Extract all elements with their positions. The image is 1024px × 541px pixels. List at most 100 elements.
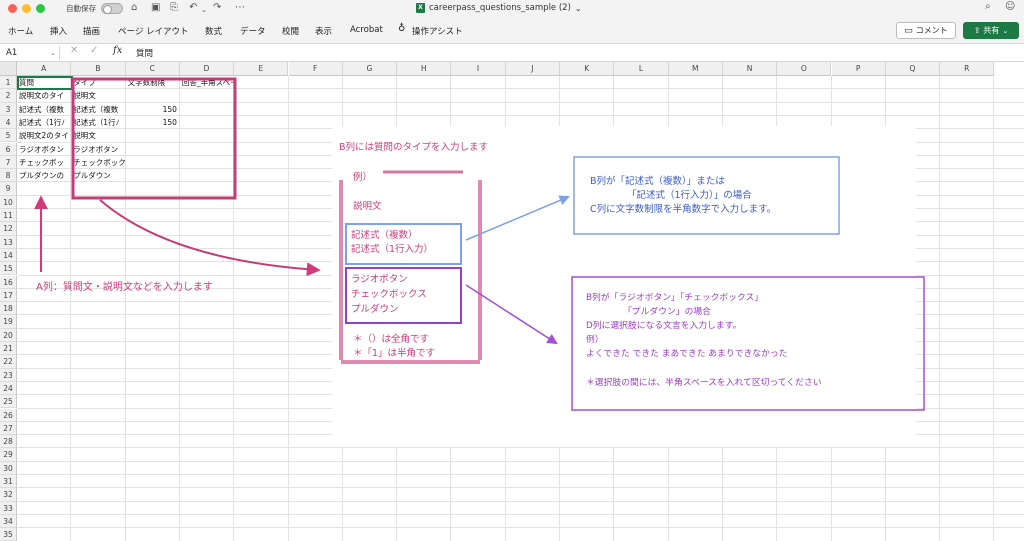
undo-icon[interactable]: ↶ — [189, 2, 197, 14]
tab-acrobat[interactable]: Acrobat — [350, 25, 383, 35]
formula-input[interactable]: 質問 — [136, 47, 153, 59]
row-header[interactable]: 17 — [0, 288, 17, 303]
tab-home[interactable]: ホーム — [8, 25, 33, 37]
comment-button[interactable]: ▭ コメント — [896, 22, 956, 39]
row-header[interactable]: 34 — [0, 514, 17, 529]
column-header-k[interactable]: K — [560, 62, 615, 76]
row-header[interactable]: 1 — [0, 76, 17, 90]
row-header[interactable]: 33 — [0, 501, 17, 515]
row-header[interactable]: 4 — [0, 115, 17, 130]
column-header-m[interactable]: M — [668, 62, 723, 76]
cell-a2[interactable]: 説明文のタイ — [17, 89, 71, 102]
row-header[interactable]: 18 — [0, 302, 17, 316]
row-header[interactable]: 32 — [0, 488, 17, 502]
cell-a8[interactable]: プルダウンの — [17, 169, 71, 182]
column-header-b[interactable]: B — [71, 62, 126, 76]
row-header[interactable]: 11 — [0, 209, 17, 223]
cell-a3[interactable]: 記述式（複数 — [17, 103, 71, 116]
select-all-corner[interactable] — [0, 62, 17, 76]
column-header-a[interactable]: A — [17, 62, 72, 76]
row-header[interactable]: 6 — [0, 142, 17, 156]
row-header[interactable]: 26 — [0, 408, 17, 422]
tab-view[interactable]: 表示 — [315, 25, 332, 37]
cell-b8[interactable]: プルダウン — [71, 169, 125, 182]
column-header-j[interactable]: J — [505, 62, 560, 76]
cell-c3[interactable]: 150 — [126, 103, 180, 116]
row-header[interactable]: 9 — [0, 182, 17, 196]
row-header[interactable]: 7 — [0, 155, 17, 170]
lightbulb-icon[interactable]: ♁ — [398, 23, 405, 34]
row-header[interactable]: 15 — [0, 262, 17, 276]
column-header-c[interactable]: C — [125, 62, 180, 76]
more-icon[interactable]: ⋯ — [235, 2, 245, 14]
tab-review[interactable]: 校閲 — [282, 25, 299, 37]
row-header[interactable]: 21 — [0, 342, 17, 356]
column-header-g[interactable]: G — [342, 62, 398, 76]
home-icon[interactable]: ⌂ — [131, 2, 137, 14]
row-header[interactable]: 25 — [0, 395, 17, 409]
row-header[interactable]: 8 — [0, 169, 17, 183]
row-header[interactable]: 14 — [0, 248, 17, 263]
tab-insert[interactable]: 挿入 — [50, 25, 67, 37]
cell-a7[interactable]: チェックボッ — [17, 156, 71, 169]
column-header-d[interactable]: D — [179, 62, 235, 76]
cell-c1[interactable]: 文字数制限 — [126, 76, 180, 89]
cell-b7[interactable]: チェックボックス — [71, 156, 125, 169]
cell-a6[interactable]: ラジオボタン — [17, 143, 71, 156]
column-header-q[interactable]: Q — [885, 62, 941, 76]
cell-b1[interactable]: タイプ — [71, 76, 125, 89]
search-icon[interactable]: ⌕ — [985, 1, 991, 13]
autosave-toggle[interactable] — [101, 3, 123, 14]
share-button[interactable]: ⇪ 共有 ⌄ — [963, 22, 1019, 39]
row-header[interactable]: 27 — [0, 421, 17, 436]
undo-dropdown-icon[interactable]: ⌄ — [201, 4, 207, 16]
account-icon[interactable]: ☺ — [1005, 1, 1015, 13]
cell-b3[interactable]: 記述式（複数 — [71, 103, 125, 116]
save-icon[interactable]: ▣ — [151, 2, 160, 14]
row-header[interactable]: 31 — [0, 475, 17, 489]
redo-icon[interactable]: ↷ — [213, 2, 221, 14]
row-header[interactable]: 3 — [0, 102, 17, 116]
row-header[interactable]: 35 — [0, 528, 17, 541]
row-header[interactable]: 10 — [0, 195, 17, 209]
column-header-o[interactable]: O — [777, 62, 832, 76]
row-header[interactable]: 28 — [0, 435, 17, 449]
cell-b4[interactable]: 記述式（1行ﾉ — [71, 116, 125, 129]
row-header[interactable]: 30 — [0, 461, 17, 475]
row-header[interactable]: 23 — [0, 368, 17, 382]
zoom-window-icon[interactable] — [36, 4, 45, 13]
tab-draw[interactable]: 描画 — [83, 25, 100, 37]
column-header-f[interactable]: F — [288, 62, 343, 76]
row-header[interactable]: 29 — [0, 448, 17, 462]
minimize-window-icon[interactable] — [22, 4, 31, 13]
name-box[interactable]: A1 ⌄ — [2, 46, 60, 60]
column-header-e[interactable]: E — [234, 62, 289, 76]
save-as-icon[interactable]: ⎘ — [170, 2, 178, 14]
title-chevron-icon[interactable]: ⌄ — [575, 4, 582, 13]
row-header[interactable]: 13 — [0, 235, 17, 249]
insert-function-icon[interactable]: fx — [113, 45, 122, 56]
column-header-i[interactable]: I — [451, 62, 506, 76]
column-header-p[interactable]: P — [831, 62, 886, 76]
column-header-n[interactable]: N — [722, 62, 778, 76]
tab-data[interactable]: データ — [240, 25, 266, 37]
name-box-chevron-icon[interactable]: ⌄ — [50, 46, 56, 60]
cell-a4[interactable]: 記述式（1行ﾉ — [17, 116, 71, 129]
row-header[interactable]: 12 — [0, 222, 17, 236]
cell-b2[interactable]: 説明文 — [71, 89, 125, 102]
cell-b5[interactable]: 説明文 — [71, 129, 125, 142]
tab-formulas[interactable]: 数式 — [205, 25, 222, 37]
cell-c4[interactable]: 150 — [126, 116, 180, 129]
row-header[interactable]: 22 — [0, 355, 17, 369]
confirm-entry-icon[interactable]: ✓ — [90, 45, 98, 56]
cancel-entry-icon[interactable]: ✕ — [70, 45, 78, 56]
row-header[interactable]: 2 — [0, 89, 17, 103]
column-header-r[interactable]: R — [940, 62, 995, 76]
tell-me-search[interactable]: 操作アシスト — [412, 25, 463, 37]
cell-d1[interactable]: 回答_半角スペース区切り_ — [180, 76, 234, 89]
row-header[interactable]: 20 — [0, 328, 17, 342]
row-header[interactable]: 16 — [0, 275, 17, 289]
cell-a5[interactable]: 説明文2のタイ — [17, 129, 71, 142]
row-header[interactable]: 5 — [0, 129, 17, 143]
column-header-h[interactable]: H — [397, 62, 452, 76]
